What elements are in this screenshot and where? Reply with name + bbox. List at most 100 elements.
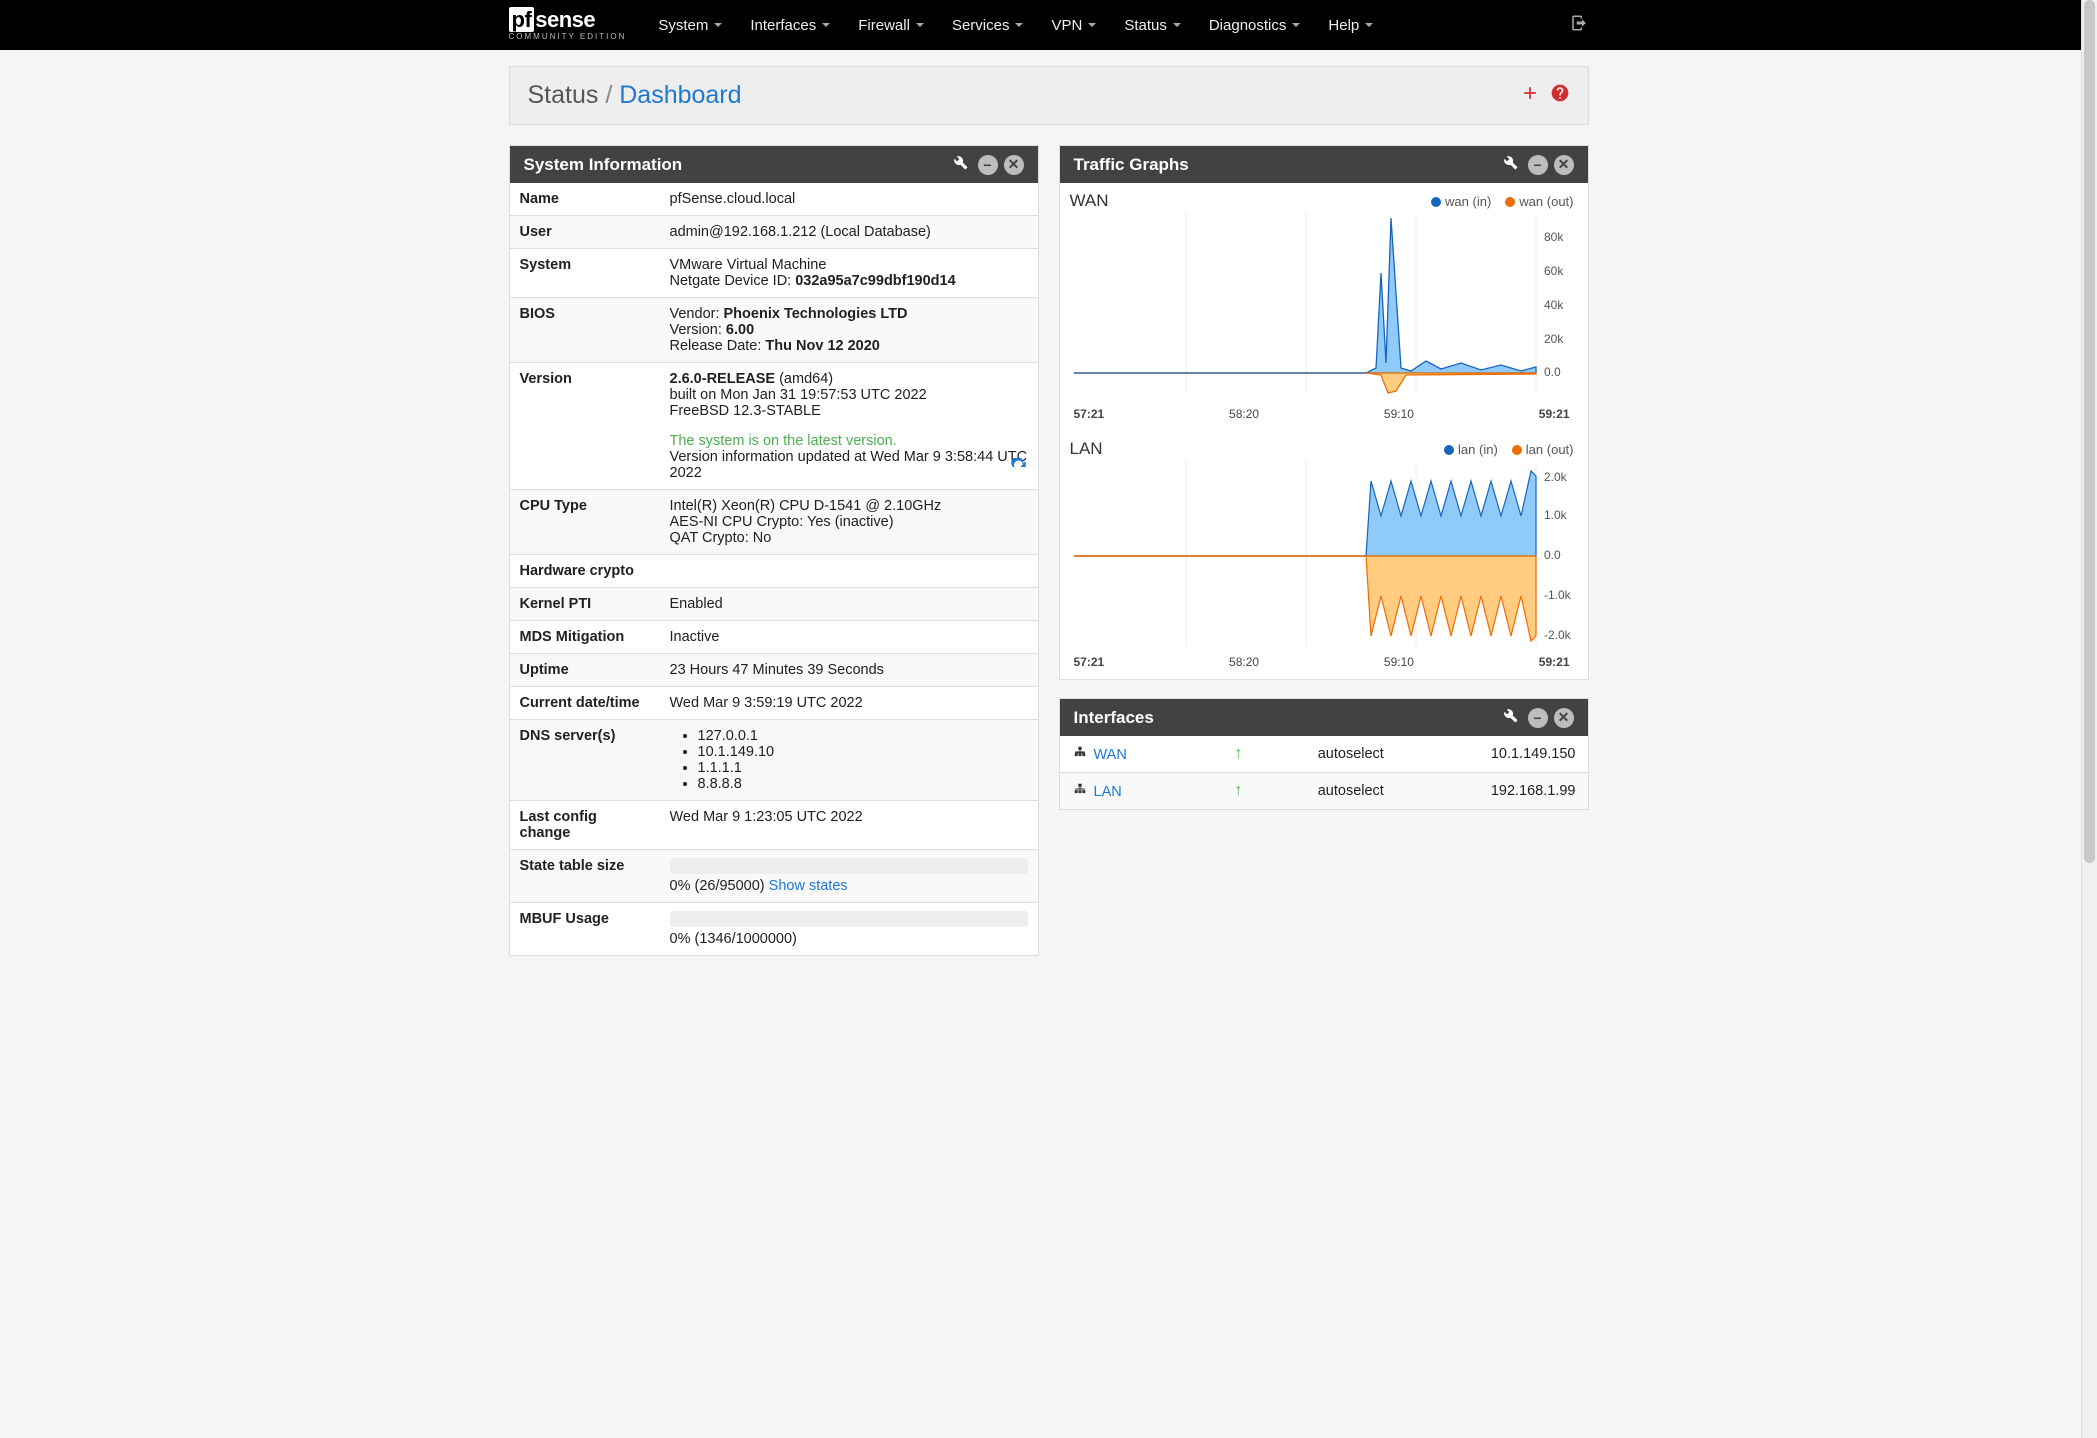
wrench-icon[interactable] (1502, 707, 1518, 728)
row-label: Version (510, 363, 660, 490)
minimize-icon[interactable]: − (1528, 155, 1548, 175)
state-value: 0% (26/95000) Show states (660, 850, 1038, 903)
list-item: 10.1.149.10 (698, 744, 1028, 760)
row-label: Hardware crypto (510, 555, 660, 588)
row-label: MDS Mitigation (510, 621, 660, 654)
breadcrumb-dashboard[interactable]: Dashboard (619, 81, 741, 109)
nav-interfaces[interactable]: Interfaces (738, 3, 842, 48)
chevron-down-icon (1365, 23, 1373, 27)
wan-graph: WAN wan (in) wan (out) (1060, 183, 1588, 431)
row-label: DNS server(s) (510, 720, 660, 801)
arrow-up-icon: ↑ (1234, 745, 1242, 762)
chevron-down-icon (1015, 23, 1023, 27)
show-states-link[interactable]: Show states (769, 878, 848, 894)
ip-value: 10.1.149.150 (1479, 736, 1588, 773)
progress-bar (670, 911, 1028, 927)
user-value: admin@192.168.1.212 (Local Database) (660, 216, 1038, 249)
svg-text:-1.0k: -1.0k (1544, 588, 1572, 602)
close-icon[interactable]: ✕ (1554, 155, 1574, 175)
wrench-icon[interactable] (952, 154, 968, 175)
graph-title: WAN (1070, 191, 1432, 211)
breadcrumb-slash: / (605, 81, 612, 109)
page-header: Status / Dashboard (509, 66, 1589, 125)
list-item: 1.1.1.1 (698, 760, 1028, 776)
nav-services[interactable]: Services (940, 3, 1036, 48)
nav-system[interactable]: System (646, 3, 734, 48)
xtick: 59:10 (1384, 407, 1414, 421)
top-navbar: pfsense COMMUNITY EDITION System Interfa… (0, 0, 2097, 50)
interface-wan-link[interactable]: WAN (1094, 747, 1127, 763)
wrench-icon[interactable] (1502, 154, 1518, 175)
interfaces-panel: Interfaces − ✕ WAN ↑ autoselect 10.1.149… (1059, 698, 1589, 810)
svg-text:2.0k: 2.0k (1544, 470, 1568, 484)
svg-text:20k: 20k (1544, 332, 1564, 346)
xtick: 59:21 (1539, 407, 1570, 421)
xtick: 57:21 (1074, 655, 1105, 669)
scrollbar-thumb[interactable] (2084, 0, 2095, 863)
table-row: WAN ↑ autoselect 10.1.149.150 (1060, 736, 1588, 773)
brand-subtitle: COMMUNITY EDITION (509, 33, 627, 41)
ip-value: 192.168.1.99 (1479, 773, 1588, 810)
progress-bar (670, 858, 1028, 874)
panel-title: Traffic Graphs (1074, 155, 1502, 175)
bios-value: Vendor: Phoenix Technologies LTD Version… (660, 298, 1038, 363)
row-label: Uptime (510, 654, 660, 687)
table-row: LAN ↑ autoselect 192.168.1.99 (1060, 773, 1588, 810)
row-label: System (510, 249, 660, 298)
page-title: Status / Dashboard (528, 81, 1520, 110)
list-item: 8.8.8.8 (698, 776, 1028, 792)
close-icon[interactable]: ✕ (1554, 708, 1574, 728)
svg-text:40k: 40k (1544, 298, 1564, 312)
chevron-down-icon (916, 23, 924, 27)
kpti-value: Enabled (660, 588, 1038, 621)
chevron-down-icon (1292, 23, 1300, 27)
interface-lan-link[interactable]: LAN (1094, 784, 1122, 800)
breadcrumb-status: Status (528, 81, 599, 109)
mds-value: Inactive (660, 621, 1038, 654)
xtick: 59:10 (1384, 655, 1414, 669)
chevron-down-icon (822, 23, 830, 27)
traffic-graphs-panel: Traffic Graphs − ✕ WAN wan (in) wan (out… (1059, 145, 1589, 680)
network-icon (1072, 747, 1088, 763)
refresh-icon[interactable] (1010, 458, 1028, 481)
row-label: User (510, 216, 660, 249)
nav-help[interactable]: Help (1316, 3, 1385, 48)
row-label: MBUF Usage (510, 903, 660, 956)
minimize-icon[interactable]: − (1528, 708, 1548, 728)
logout-icon[interactable] (1569, 16, 1589, 36)
nav-menu: System Interfaces Firewall Services VPN … (646, 3, 1568, 48)
legend-lan-out: lan (out) (1512, 442, 1574, 457)
datetime-value: Wed Mar 9 3:59:19 UTC 2022 (660, 687, 1038, 720)
chevron-down-icon (1173, 23, 1181, 27)
legend-wan-out: wan (out) (1505, 194, 1573, 209)
chevron-down-icon (714, 23, 722, 27)
hostname-value: pfSense.cloud.local (660, 183, 1038, 216)
lan-graph: LAN lan (in) lan (out) (1060, 431, 1588, 679)
lastcfg-value: Wed Mar 9 1:23:05 UTC 2022 (660, 801, 1038, 850)
wan-chart: 80k 60k 40k 20k 0.0 (1066, 213, 1576, 403)
brand-logo[interactable]: pfsense COMMUNITY EDITION (509, 9, 627, 41)
dns-value: 127.0.0.1 10.1.149.10 1.1.1.1 8.8.8.8 (660, 720, 1038, 801)
list-item: 127.0.0.1 (698, 728, 1028, 744)
scrollbar[interactable]: ▴ (2081, 0, 2097, 1438)
nav-vpn[interactable]: VPN (1039, 3, 1108, 48)
help-icon[interactable] (1550, 83, 1570, 109)
nav-status[interactable]: Status (1112, 3, 1193, 48)
close-icon[interactable]: ✕ (1004, 155, 1024, 175)
minimize-icon[interactable]: − (978, 155, 998, 175)
svg-text:0.0: 0.0 (1544, 548, 1561, 562)
nav-diagnostics[interactable]: Diagnostics (1197, 3, 1313, 48)
svg-text:80k: 80k (1544, 230, 1564, 244)
svg-text:60k: 60k (1544, 264, 1564, 278)
mbuf-value: 0% (1346/1000000) (660, 903, 1038, 956)
nav-firewall[interactable]: Firewall (846, 3, 936, 48)
svg-text:1.0k: 1.0k (1544, 508, 1568, 522)
cpu-value: Intel(R) Xeon(R) CPU D-1541 @ 2.10GHz AE… (660, 490, 1038, 555)
graph-title: LAN (1070, 439, 1445, 459)
uptime-value: 23 Hours 47 Minutes 39 Seconds (660, 654, 1038, 687)
network-icon (1072, 784, 1088, 800)
lan-chart: 2.0k 1.0k 0.0 -1.0k -2.0k (1066, 461, 1576, 651)
row-label: CPU Type (510, 490, 660, 555)
add-widget-icon[interactable] (1520, 83, 1540, 109)
hwcrypto-value (660, 555, 1038, 588)
